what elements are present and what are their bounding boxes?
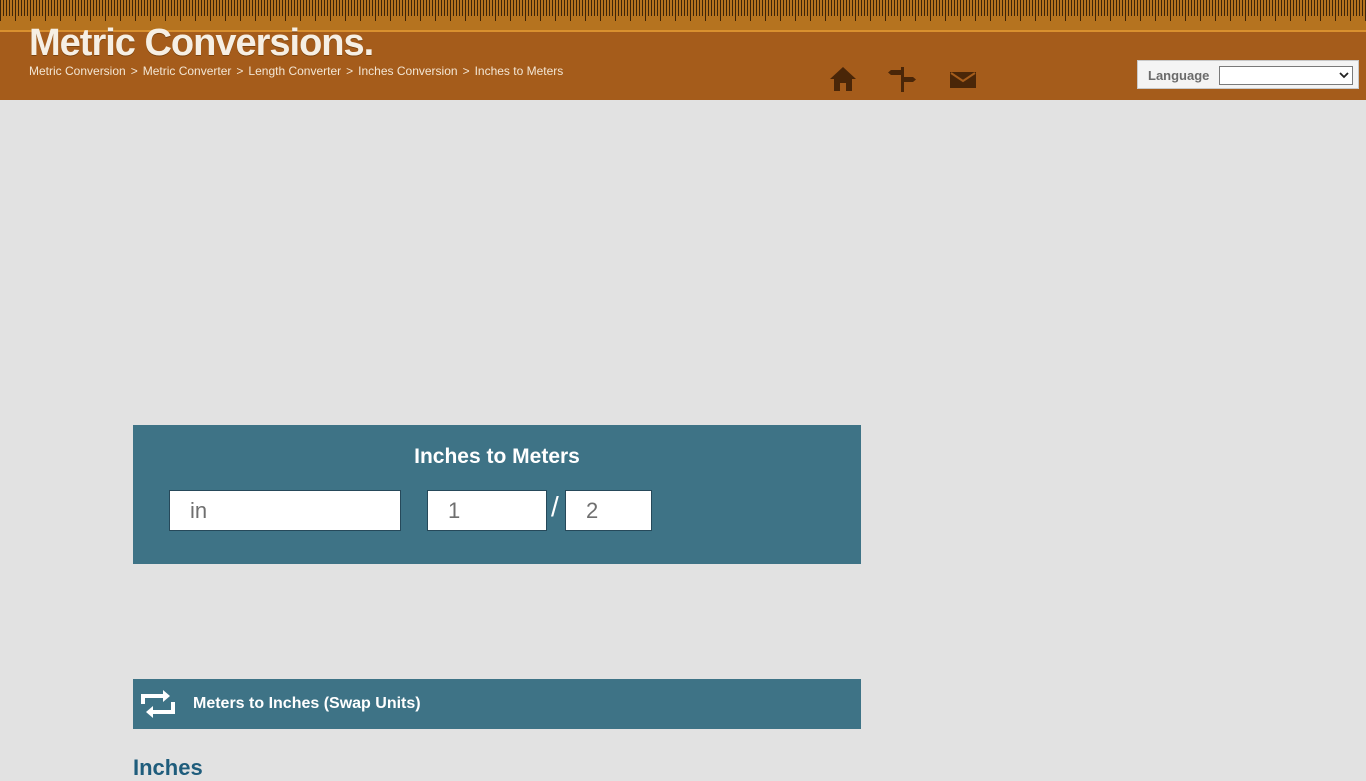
swap-units-button[interactable]: Meters to Inches (Swap Units) bbox=[133, 679, 861, 729]
breadcrumb-metric-converter[interactable]: Metric Converter bbox=[143, 64, 232, 78]
converter-title: Inches to Meters bbox=[414, 445, 580, 468]
fraction-numerator-input[interactable]: 1 bbox=[427, 490, 547, 531]
breadcrumb-separator: > bbox=[130, 64, 138, 78]
site-header: Metric Conversions. Metric Conversion > Me… bbox=[0, 0, 1366, 100]
home-icon[interactable] bbox=[828, 64, 858, 94]
mail-icon[interactable] bbox=[948, 64, 978, 94]
inches-input[interactable]: in bbox=[169, 490, 401, 531]
swap-icon bbox=[141, 690, 175, 718]
language-box: Language bbox=[1137, 60, 1359, 89]
breadcrumb-separator: > bbox=[236, 64, 244, 78]
breadcrumb-separator: > bbox=[462, 64, 470, 78]
chevron-down-icon bbox=[1339, 72, 1349, 79]
converter-panel: Inches to Meters in 1 / 2 bbox=[133, 425, 861, 564]
breadcrumb-length-converter[interactable]: Length Converter bbox=[248, 64, 341, 78]
section-heading-inches: Inches bbox=[133, 755, 203, 780]
breadcrumb-inches-conversion[interactable]: Inches Conversion bbox=[358, 64, 457, 78]
language-label: Language bbox=[1148, 68, 1210, 83]
language-select[interactable] bbox=[1219, 66, 1353, 85]
signpost-icon[interactable] bbox=[887, 64, 917, 94]
breadcrumb-separator: > bbox=[346, 64, 354, 78]
breadcrumb: Metric Conversion > Metric Converter > Lengt… bbox=[29, 64, 563, 78]
fraction-denominator-input[interactable]: 2 bbox=[565, 490, 652, 531]
fraction-slash: / bbox=[551, 491, 559, 522]
site-logo[interactable]: Metric Conversions. bbox=[29, 22, 374, 65]
breadcrumb-inches-to-meters[interactable]: Inches to Meters bbox=[475, 64, 564, 78]
breadcrumb-metric-conversion[interactable]: Metric Conversion bbox=[29, 64, 126, 78]
swap-units-label: Meters to Inches (Swap Units) bbox=[193, 695, 421, 712]
